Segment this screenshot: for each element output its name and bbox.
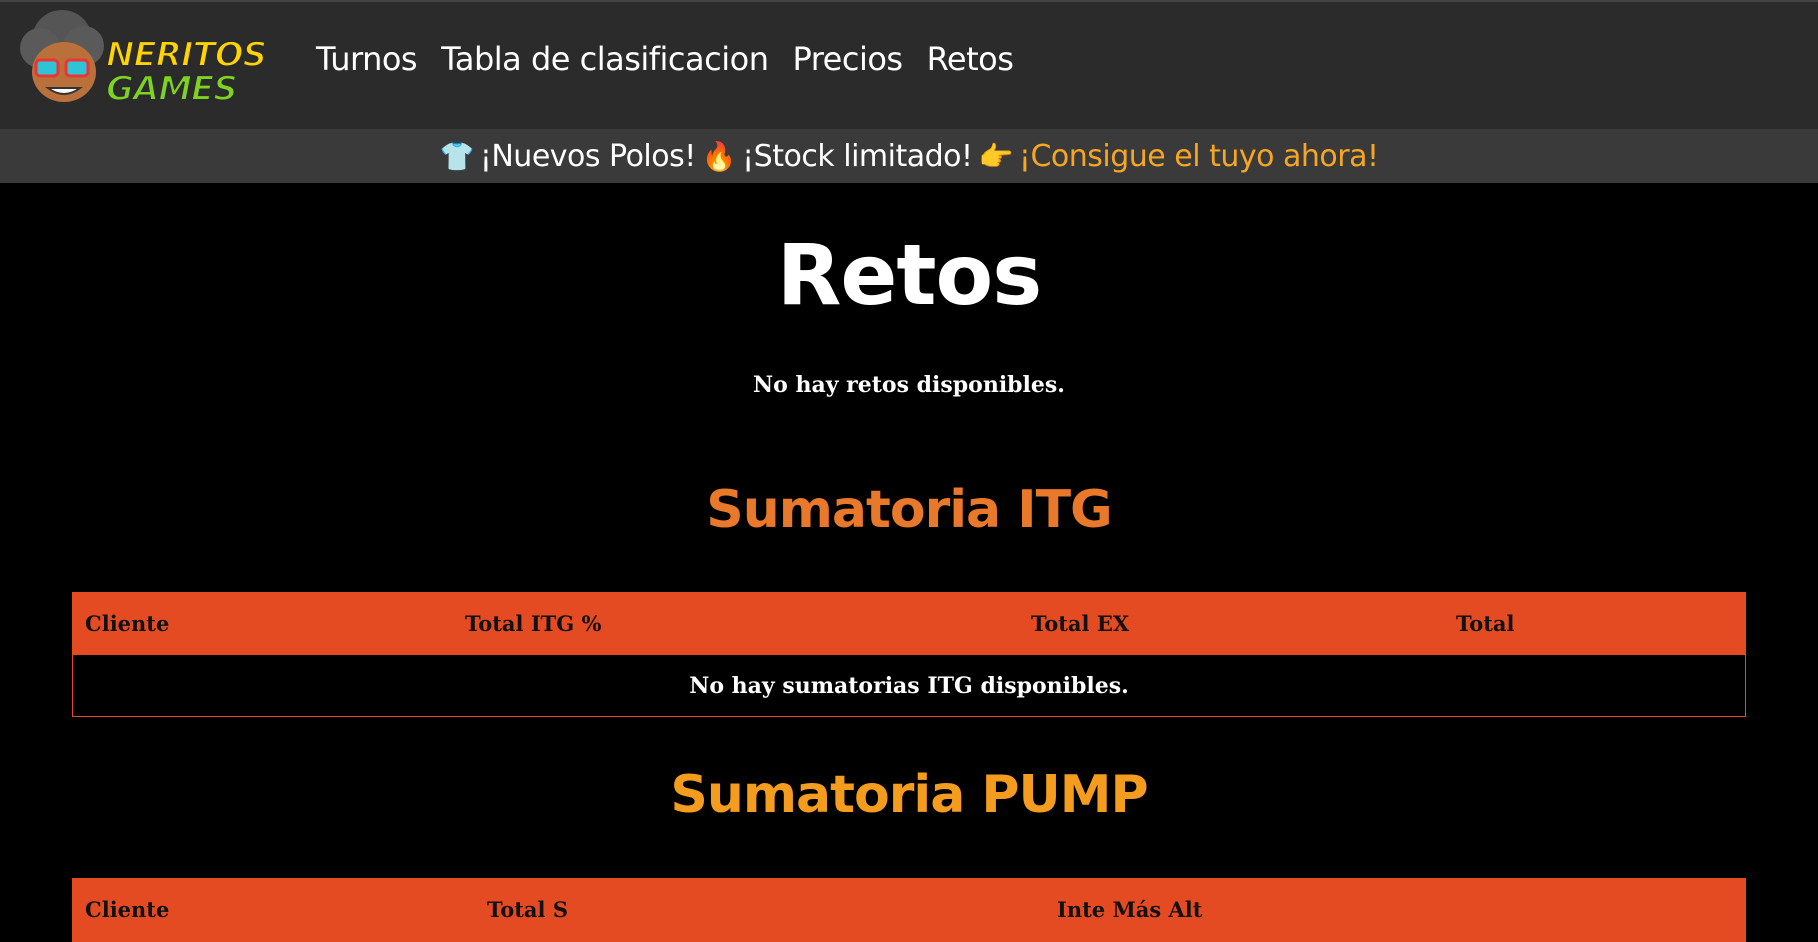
main-nav: Turnos Tabla de clasificacion Precios Re… bbox=[316, 40, 1014, 78]
pump-table-header: Cliente Total S Inte Más Alt bbox=[73, 879, 1745, 941]
promo-cta-link[interactable]: ¡Consigue el tuyo ahora! bbox=[1019, 139, 1379, 174]
pump-col-cliente[interactable]: Cliente bbox=[85, 897, 169, 922]
promo-text-stock: ¡Stock limitado! bbox=[742, 138, 973, 174]
logo-text-games: GAMES bbox=[105, 69, 239, 109]
pointing-hand-icon: 👉 bbox=[978, 139, 1014, 173]
retos-empty-message: No hay retos disponibles. bbox=[753, 372, 1065, 398]
nav-link-turnos[interactable]: Turnos bbox=[316, 40, 418, 78]
shirt-icon: 👕 bbox=[439, 139, 474, 173]
pump-section-title: Sumatoria PUMP bbox=[670, 765, 1148, 825]
pump-col-total-s[interactable]: Total S bbox=[487, 897, 568, 922]
itg-table-header: Cliente Total ITG % Total EX Total bbox=[73, 593, 1745, 655]
page-title: Retos bbox=[776, 226, 1043, 324]
mascot-icon bbox=[20, 10, 104, 102]
logo[interactable]: NERITOS GAMES bbox=[14, 10, 284, 116]
itg-table-empty-row: No hay sumatorias ITG disponibles. bbox=[689, 672, 1129, 699]
promo-text-nuevos-polos: ¡Nuevos Polos! bbox=[479, 138, 696, 174]
nav-link-tabla-clasificacion[interactable]: Tabla de clasificacion bbox=[441, 40, 769, 78]
pump-table: Cliente Total S Inte Más Alt bbox=[72, 878, 1746, 942]
itg-col-cliente[interactable]: Cliente bbox=[85, 611, 169, 636]
navbar: NERITOS GAMES Turnos Tabla de clasificac… bbox=[0, 0, 1818, 129]
fire-icon: 🔥 bbox=[701, 139, 737, 173]
logo-text-neritos: NERITOS bbox=[105, 35, 268, 75]
itg-col-total-itg[interactable]: Total ITG % bbox=[465, 611, 601, 636]
nav-link-precios[interactable]: Precios bbox=[792, 40, 903, 78]
itg-table: Cliente Total ITG % Total EX Total No ha… bbox=[72, 592, 1746, 717]
itg-section-title: Sumatoria ITG bbox=[706, 480, 1113, 540]
itg-col-total-ex[interactable]: Total EX bbox=[1031, 611, 1129, 636]
itg-col-total[interactable]: Total bbox=[1456, 611, 1515, 636]
pump-col-inte-mas-alt[interactable]: Inte Más Alt bbox=[1057, 897, 1202, 922]
promo-banner: 👕 ¡Nuevos Polos! 🔥 ¡Stock limitado! 👉 ¡C… bbox=[0, 129, 1818, 183]
nav-link-retos[interactable]: Retos bbox=[927, 40, 1014, 78]
